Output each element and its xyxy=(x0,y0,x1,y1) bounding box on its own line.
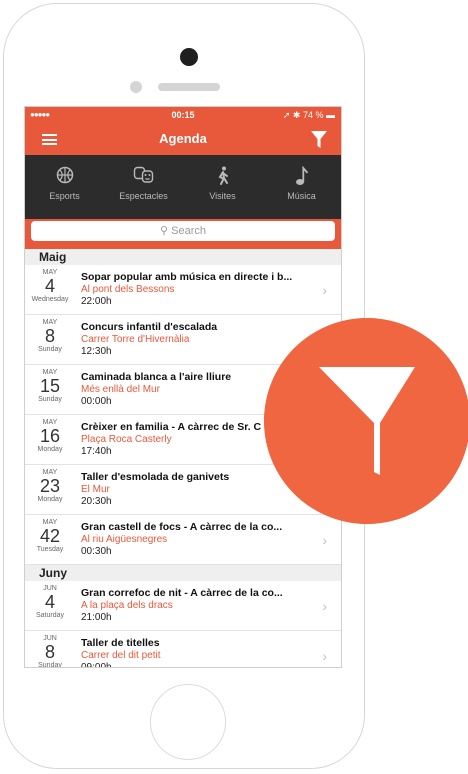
category-visites[interactable]: Visites xyxy=(183,155,262,219)
event-weekday: Sunday xyxy=(38,396,62,403)
event-date: MAY 15 Sunday xyxy=(25,369,75,403)
page-title: Agenda xyxy=(159,131,207,146)
category-label: Espectacles xyxy=(119,191,168,201)
event-month: MAY xyxy=(42,369,58,376)
earpiece-speaker xyxy=(158,83,220,91)
search-bar-container: ⚲ Search xyxy=(25,219,341,249)
event-weekday: Monday xyxy=(37,446,63,453)
proximity-sensor xyxy=(130,81,142,93)
category-label: Música xyxy=(287,191,316,201)
event-day: 4 xyxy=(44,276,55,296)
event-title: Gran castell de focs - A càrrec de la co… xyxy=(81,521,283,533)
event-place: Al riu Aigüesnegres xyxy=(81,534,168,545)
event-place: A la plaça dels dracs xyxy=(81,600,173,611)
event-month: MAY xyxy=(42,419,58,426)
event-weekday: Sunday xyxy=(38,346,62,353)
event-day: 16 xyxy=(39,426,61,446)
category-esports[interactable]: Esports xyxy=(25,155,104,219)
chevron-right-icon: › xyxy=(322,648,327,664)
event-day: 4 xyxy=(44,592,55,612)
event-month: JUN xyxy=(43,635,57,642)
music-note-icon xyxy=(262,165,341,186)
event-info: Concurs infantil d'escalada Carrer Torre … xyxy=(81,321,307,357)
event-info: Sopar popular amb música en directe i b.… xyxy=(81,271,307,307)
event-info: Taller d'esmolada de ganivets El Mur 20:30… xyxy=(81,471,307,507)
event-title: Gran correfoc de nit - A càrrec de la co… xyxy=(81,587,283,599)
front-camera xyxy=(180,48,198,66)
chevron-right-icon: › xyxy=(322,532,327,548)
event-title: Sopar popular amb música en directe i b.… xyxy=(81,271,293,283)
nav-bar: Agenda xyxy=(25,123,341,155)
event-day: 42 xyxy=(39,526,61,546)
search-placeholder: Search xyxy=(171,225,206,237)
home-button[interactable] xyxy=(150,684,226,760)
event-title: Taller de titelles xyxy=(81,637,160,649)
event-weekday: Tuesday xyxy=(36,546,64,553)
event-time: 09:00h xyxy=(81,662,112,668)
status-bar: ●●●●● 00:15 ➚ ✱ 74 % ▬ xyxy=(25,107,341,123)
event-time: 20:30h xyxy=(81,496,112,507)
event-title: Taller d'esmolada de ganivets xyxy=(81,471,230,483)
event-time: 12:30h xyxy=(81,346,112,357)
category-espectacles[interactable]: Espectacles xyxy=(104,155,183,219)
event-weekday: Saturday xyxy=(35,612,65,619)
walking-person-icon xyxy=(183,166,262,186)
search-input[interactable]: ⚲ Search xyxy=(31,221,335,241)
status-indicators: ➚ ✱ 74 % ▬ xyxy=(282,110,335,120)
event-date: MAY 42 Tuesday xyxy=(25,519,75,553)
event-row[interactable]: JUN 8 Sunday Taller de titelles Carrer del d… xyxy=(25,631,341,668)
category-musica[interactable]: Música xyxy=(262,155,341,219)
event-time: 21:00h xyxy=(81,612,112,623)
event-month: MAY xyxy=(42,319,58,326)
event-info: Taller de titelles Carrer del dit petit 09… xyxy=(81,637,307,668)
category-label: Esports xyxy=(49,191,80,201)
section-header: Maig xyxy=(25,249,341,265)
event-info: Gran castell de focs - A càrrec de la co… xyxy=(81,521,307,557)
search-icon: ⚲ xyxy=(160,225,169,237)
event-row[interactable]: MAY 42 Tuesday Gran castell de focs - A càr… xyxy=(25,515,341,565)
event-month: MAY xyxy=(42,519,58,526)
event-place: Carrer Torre d'Hivernàlia xyxy=(81,334,190,345)
event-date: MAY 23 Monday xyxy=(25,469,75,503)
chevron-right-icon: › xyxy=(322,598,327,614)
event-day: 15 xyxy=(39,376,61,396)
filter-badge-icon xyxy=(264,318,468,524)
event-day: 8 xyxy=(44,642,55,662)
event-date: JUN 4 Saturday xyxy=(25,585,75,619)
category-bar: Esports Espectacles Visites Música xyxy=(25,155,341,219)
event-place: Carrer del dit petit xyxy=(81,650,161,661)
basketball-icon xyxy=(25,166,104,186)
event-date: JUN 8 Sunday xyxy=(25,635,75,668)
event-info: Gran correfoc de nit - A càrrec de la co… xyxy=(81,587,307,623)
section-header: Juny xyxy=(25,565,341,581)
event-time: 00:30h xyxy=(81,546,112,557)
category-label: Visites xyxy=(209,191,236,201)
event-place: El Mur xyxy=(81,484,110,495)
event-day: 23 xyxy=(39,476,61,496)
event-weekday: Monday xyxy=(37,496,63,503)
event-weekday: Sunday xyxy=(38,662,62,668)
event-day: 8 xyxy=(44,326,55,346)
theater-masks-icon xyxy=(104,166,183,186)
event-place: Al pont dels Bessons xyxy=(81,284,175,295)
event-date: MAY 16 Monday xyxy=(25,419,75,453)
event-title: Concurs infantil d'escalada xyxy=(81,321,218,333)
filter-icon[interactable] xyxy=(311,131,327,149)
event-row[interactable]: MAY 4 Wednesday Sopar popular amb música en… xyxy=(25,265,341,315)
event-weekday: Wednesday xyxy=(31,296,69,303)
event-month: MAY xyxy=(42,269,58,276)
event-month: MAY xyxy=(42,469,58,476)
event-time: 22:00h xyxy=(81,296,112,307)
event-date: MAY 4 Wednesday xyxy=(25,269,75,303)
event-month: JUN xyxy=(43,585,57,592)
event-row[interactable]: JUN 4 Saturday Gran correfoc de nit - A càr… xyxy=(25,581,341,631)
chevron-right-icon: › xyxy=(322,282,327,298)
event-date: MAY 8 Sunday xyxy=(25,319,75,353)
